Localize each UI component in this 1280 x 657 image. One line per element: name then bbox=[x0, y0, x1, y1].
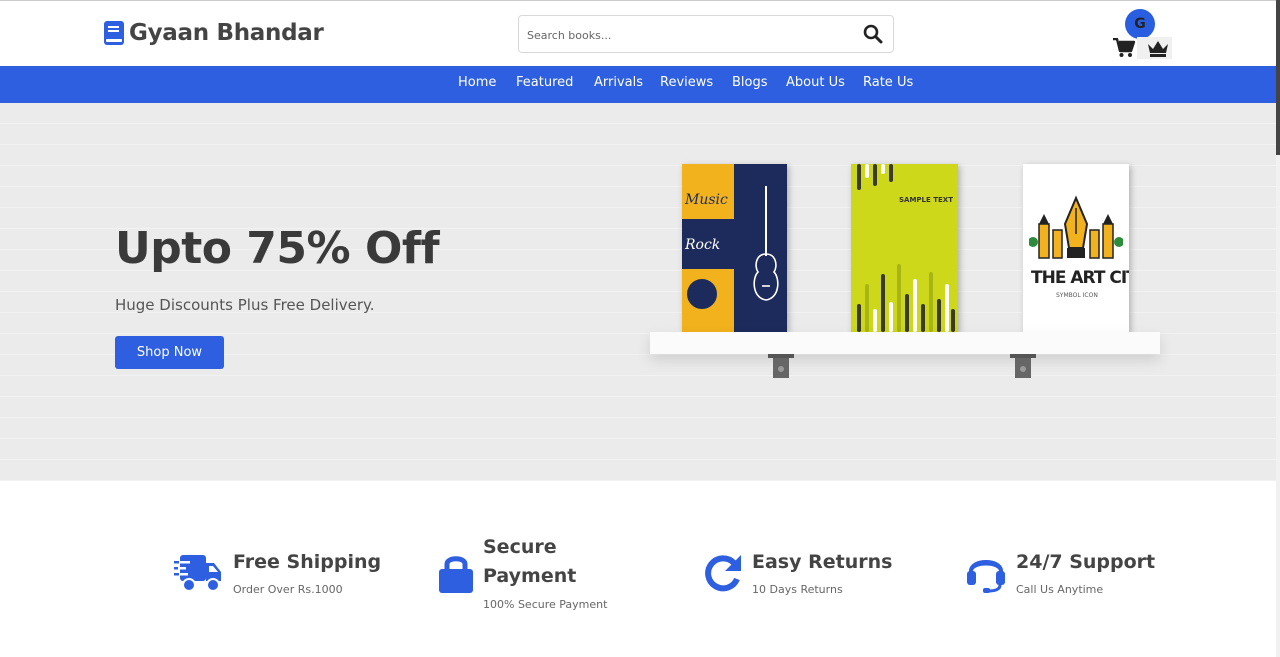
feature-subtitle: Order Over Rs.1000 bbox=[233, 583, 343, 596]
book-icon bbox=[104, 21, 124, 45]
nav-reviews[interactable]: Reviews bbox=[660, 75, 713, 90]
book-stripes bbox=[857, 164, 955, 332]
feature-title-line2: Payment bbox=[483, 565, 577, 587]
feature-subtitle: 10 Days Returns bbox=[752, 583, 843, 596]
hero-banner: Upto 75% Off Huge Discounts Plus Free De… bbox=[0, 103, 1276, 481]
book-art-city-title: THE ART CITY bbox=[1031, 268, 1129, 288]
book-cover-art-city[interactable]: THE ART CITY SYMBOL ICON bbox=[1023, 164, 1129, 332]
premium-button[interactable] bbox=[1137, 37, 1172, 59]
search-input[interactable] bbox=[527, 25, 847, 45]
search-icon[interactable] bbox=[863, 24, 883, 44]
book-badge bbox=[685, 277, 719, 311]
book-cover-music[interactable]: Music Rock bbox=[682, 164, 787, 332]
main-nav: Home Featured Arrivals Reviews Blogs Abo… bbox=[0, 66, 1276, 103]
brand-logo[interactable]: Gyaan Bhandar bbox=[104, 20, 324, 46]
page-scrollbar[interactable] bbox=[1276, 0, 1280, 657]
nav-arrivals[interactable]: Arrivals bbox=[594, 75, 643, 90]
guitar-icon bbox=[753, 186, 779, 301]
user-avatar[interactable]: G bbox=[1125, 9, 1155, 39]
book-rock-title: Rock bbox=[685, 237, 721, 253]
scrollbar-thumb[interactable] bbox=[1276, 0, 1280, 155]
feature-subtitle: Call Us Anytime bbox=[1016, 583, 1104, 596]
book-cover-sample[interactable]: SAMPLE TEXT bbox=[851, 164, 958, 332]
feature-title: Free Shipping bbox=[233, 551, 382, 573]
truck-icon bbox=[174, 555, 221, 592]
nav-home[interactable]: Home bbox=[458, 75, 496, 90]
site-header: Gyaan Bhandar G bbox=[0, 0, 1276, 66]
nav-rate-us[interactable]: Rate Us bbox=[863, 75, 913, 90]
brand-name: Gyaan Bhandar bbox=[129, 20, 324, 46]
redo-icon bbox=[705, 555, 741, 592]
cart-icon[interactable] bbox=[1113, 38, 1135, 58]
nav-featured[interactable]: Featured bbox=[516, 75, 573, 90]
book-art-city-subtitle: SYMBOL ICON bbox=[1056, 292, 1098, 299]
headset-icon bbox=[967, 560, 1005, 593]
hero-subtext: Huge Discounts Plus Free Delivery. bbox=[115, 296, 375, 314]
hero-headline: Upto 75% Off bbox=[115, 223, 440, 274]
book-shelf bbox=[650, 332, 1160, 354]
shelf-bracket-right bbox=[1010, 354, 1036, 378]
book-music-title: Music bbox=[685, 192, 728, 208]
feature-title: 24/7 Support bbox=[1016, 551, 1156, 573]
crown-icon bbox=[1148, 41, 1168, 57]
shelf-bracket-left bbox=[768, 354, 794, 378]
nav-blogs[interactable]: Blogs bbox=[732, 75, 768, 90]
feature-subtitle: 100% Secure Payment bbox=[483, 598, 608, 611]
pen-nib-icon bbox=[1029, 195, 1123, 259]
nav-about-us[interactable]: About Us bbox=[786, 75, 845, 90]
search-box bbox=[518, 15, 894, 53]
feature-title: Easy Returns bbox=[752, 551, 893, 573]
shop-now-button[interactable]: Shop Now bbox=[115, 336, 224, 369]
feature-title-line1: Secure bbox=[483, 536, 557, 558]
lock-icon bbox=[439, 556, 473, 593]
